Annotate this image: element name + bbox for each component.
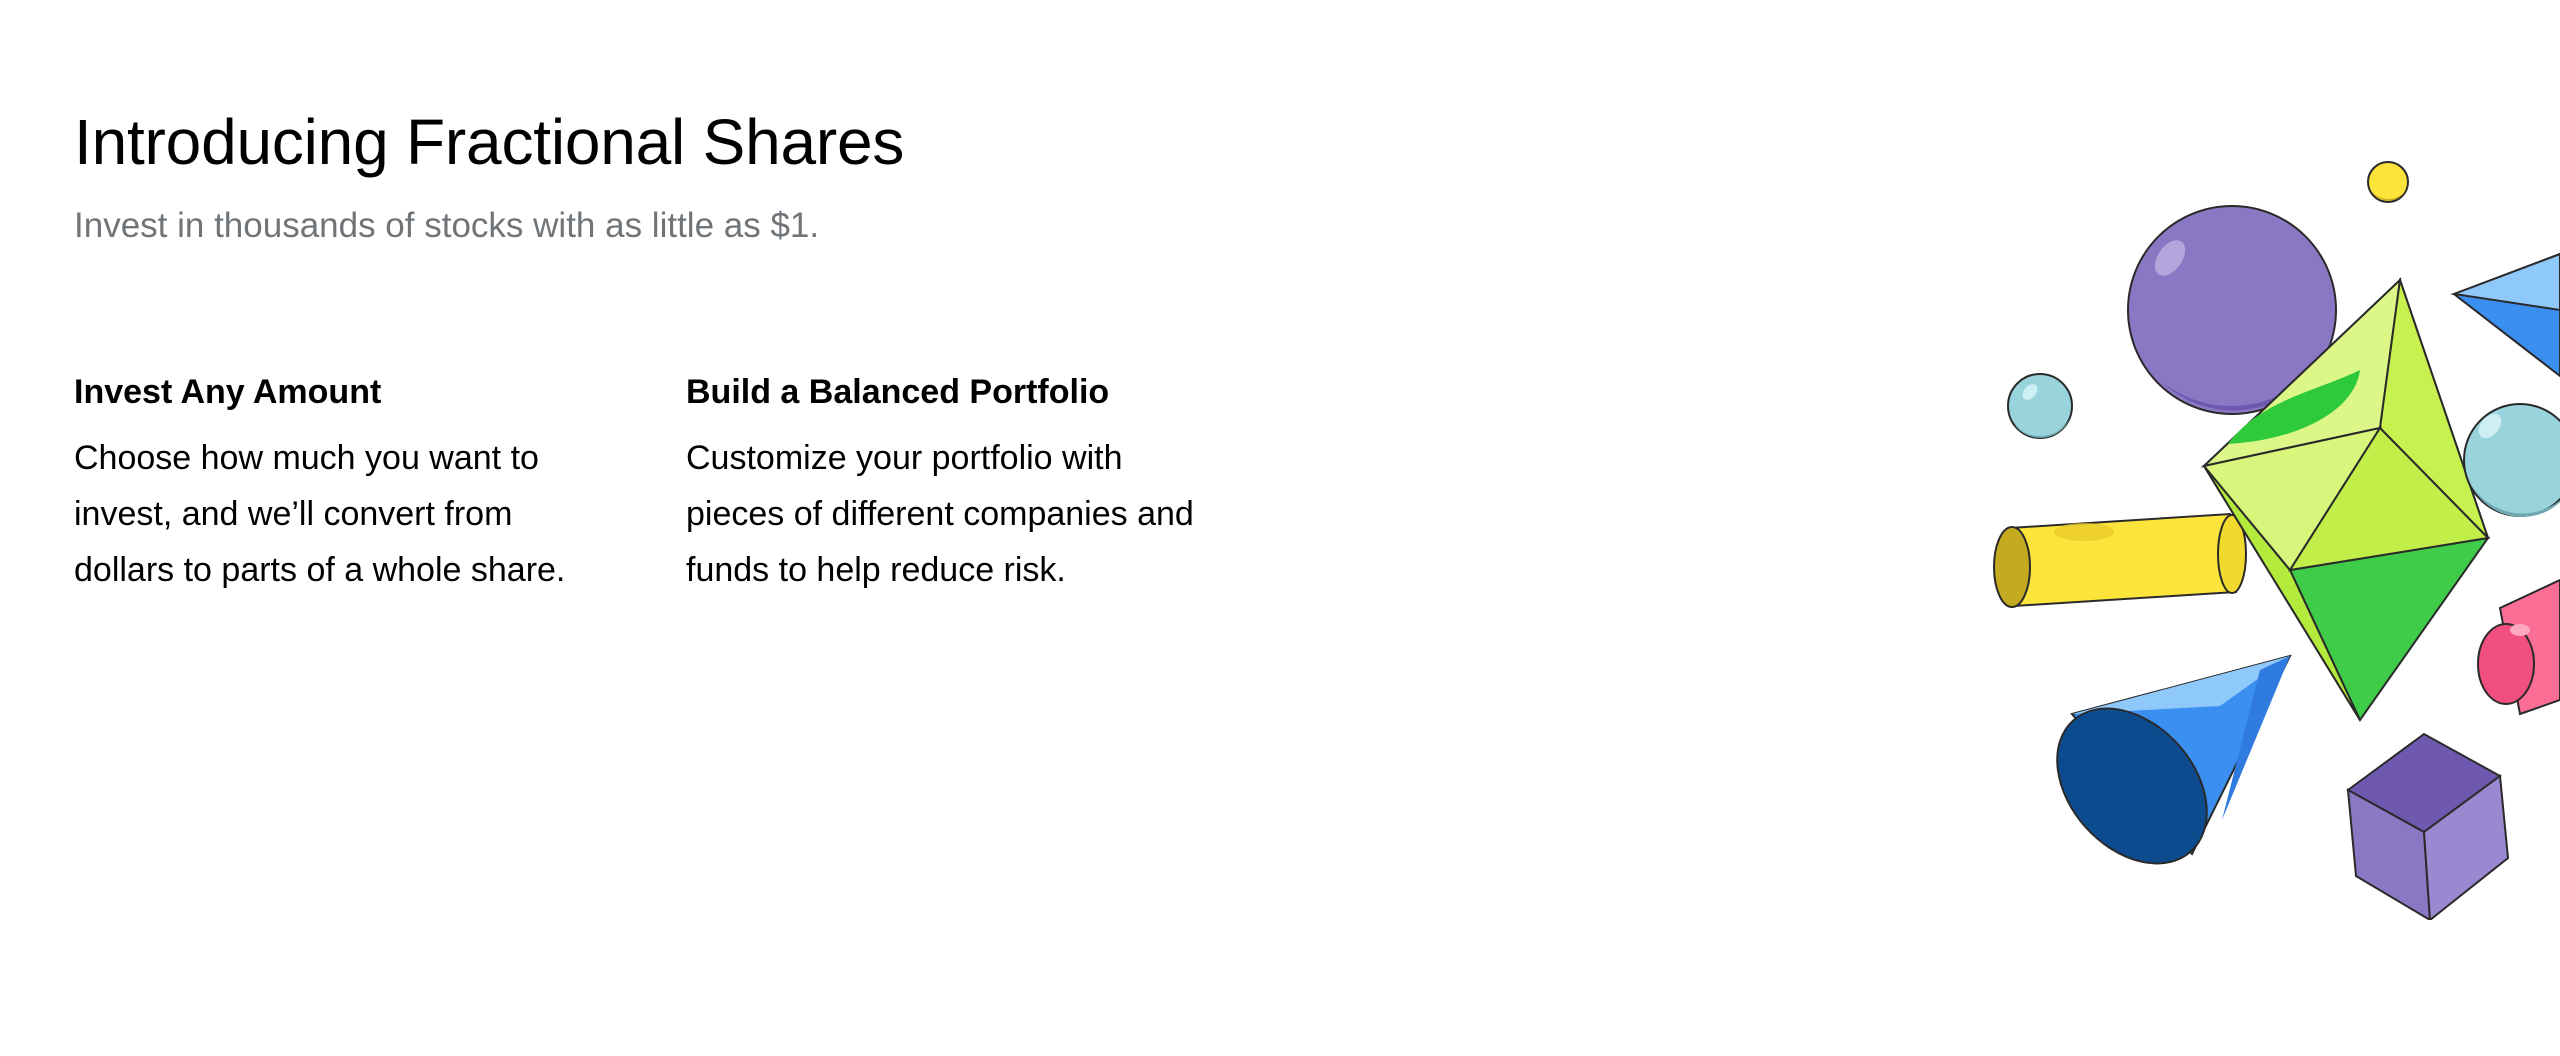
features-section: Invest Any Amount Choose how much you wa… — [74, 364, 1230, 598]
teal-sphere-large — [2463, 403, 2560, 517]
page-subtitle: Invest in thousands of stocks with as li… — [74, 206, 820, 245]
page-title: Introducing Fractional Shares — [74, 106, 905, 178]
feature-description: Choose how much you want to invest, and … — [74, 439, 566, 589]
yellow-sphere-small — [2367, 161, 2409, 203]
pink-cylinder — [2477, 578, 2560, 716]
hero-section: Introducing Fractional Shares Invest in … — [74, 98, 1274, 254]
purple-cube — [2346, 732, 2510, 920]
blue-cone — [2056, 654, 2292, 865]
feature-balanced-portfolio: Build a Balanced Portfolio Customize you… — [686, 364, 1230, 598]
yellow-cylinder — [1993, 512, 2247, 608]
shapes-svg — [1993, 161, 2560, 920]
feature-title: Build a Balanced Portfolio — [686, 373, 1110, 411]
teal-sphere-small — [2007, 373, 2073, 439]
feature-description: Customize your portfolio with pieces of … — [686, 439, 1194, 589]
feature-invest-any-amount: Invest Any Amount Choose how much you wa… — [74, 364, 618, 598]
feature-title: Invest Any Amount — [74, 373, 382, 411]
geometric-shapes-illustration — [1960, 140, 2560, 920]
blue-pyramid — [2450, 252, 2560, 378]
